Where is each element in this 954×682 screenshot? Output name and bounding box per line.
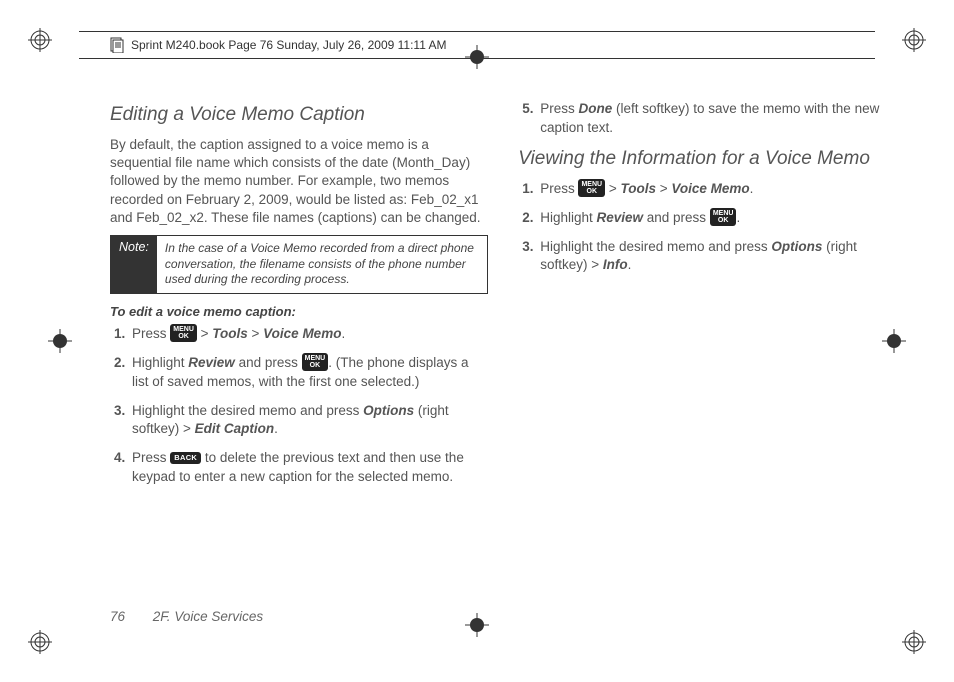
step-number: 3. — [518, 238, 540, 276]
note-label: Note: — [111, 236, 157, 293]
crop-mark-icon — [902, 630, 926, 654]
step-number: 2. — [110, 354, 132, 392]
menu-ok-key-icon: MENUOK — [710, 208, 737, 226]
step-number: 1. — [518, 180, 540, 199]
header-text: Sprint M240.book Page 76 Sunday, July 26… — [131, 38, 447, 52]
step-number: 2. — [518, 209, 540, 228]
crop-mark-icon — [28, 630, 52, 654]
note-box: Note: In the case of a Voice Memo record… — [110, 235, 488, 294]
column-left: Editing a Voice Memo Caption By default,… — [110, 100, 488, 587]
step-number: 5. — [518, 100, 540, 138]
page-footer: 76 2F. Voice Services — [110, 609, 263, 624]
note-content: In the case of a Voice Memo recorded fro… — [157, 236, 487, 293]
sub-instruction: To edit a voice memo caption: — [110, 304, 488, 319]
step-text: Highlight the desired memo and press Opt… — [132, 402, 488, 440]
steps-list-right: 1. Press MENUOK > Tools > Voice Memo. 2.… — [518, 180, 889, 276]
step-text: Press Done (left softkey) to save the me… — [540, 100, 889, 138]
page-number: 76 — [110, 609, 125, 624]
step-text: Highlight Review and press MENUOK. (The … — [132, 354, 488, 392]
section-heading-view: Viewing the Information for a Voice Memo — [518, 148, 889, 170]
column-right: 5. Press Done (left softkey) to save the… — [518, 100, 889, 587]
step-number: 1. — [110, 325, 132, 344]
steps-list-right-cont: 5. Press Done (left softkey) to save the… — [518, 100, 889, 138]
step-item: 2. Highlight Review and press MENUOK. (T… — [110, 354, 488, 392]
section-heading-edit: Editing a Voice Memo Caption — [110, 104, 488, 126]
menu-ok-key-icon: MENUOK — [302, 353, 329, 371]
page-header: Sprint M240.book Page 76 Sunday, July 26… — [79, 31, 875, 59]
crop-mark-icon — [902, 28, 926, 52]
crop-mark-icon — [28, 28, 52, 52]
step-text: Press BACK to delete the previous text a… — [132, 449, 488, 487]
step-text: Press MENUOK > Tools > Voice Memo. — [540, 180, 889, 199]
step-item: 2. Highlight Review and press MENUOK. — [518, 209, 889, 228]
menu-ok-key-icon: MENUOK — [578, 179, 605, 197]
step-item: 1. Press MENUOK > Tools > Voice Memo. — [518, 180, 889, 199]
step-item: 5. Press Done (left softkey) to save the… — [518, 100, 889, 138]
step-item: 4. Press BACK to delete the previous tex… — [110, 449, 488, 487]
crop-mark-icon — [48, 329, 72, 353]
step-text: Press MENUOK > Tools > Voice Memo. — [132, 325, 488, 344]
step-item: 1. Press MENUOK > Tools > Voice Memo. — [110, 325, 488, 344]
step-number: 3. — [110, 402, 132, 440]
steps-list-left: 1. Press MENUOK > Tools > Voice Memo. 2.… — [110, 325, 488, 487]
footer-section: 2F. Voice Services — [153, 609, 263, 624]
step-item: 3. Highlight the desired memo and press … — [518, 238, 889, 276]
step-text: Highlight the desired memo and press Opt… — [540, 238, 889, 276]
document-icon — [109, 37, 125, 53]
page-body: Editing a Voice Memo Caption By default,… — [110, 100, 889, 587]
menu-ok-key-icon: MENUOK — [170, 324, 197, 342]
intro-paragraph: By default, the caption assigned to a vo… — [110, 136, 488, 227]
step-number: 4. — [110, 449, 132, 487]
crop-mark-icon — [465, 613, 489, 637]
step-text: Highlight Review and press MENUOK. — [540, 209, 889, 228]
step-item: 3. Highlight the desired memo and press … — [110, 402, 488, 440]
back-key-icon: BACK — [170, 452, 201, 465]
